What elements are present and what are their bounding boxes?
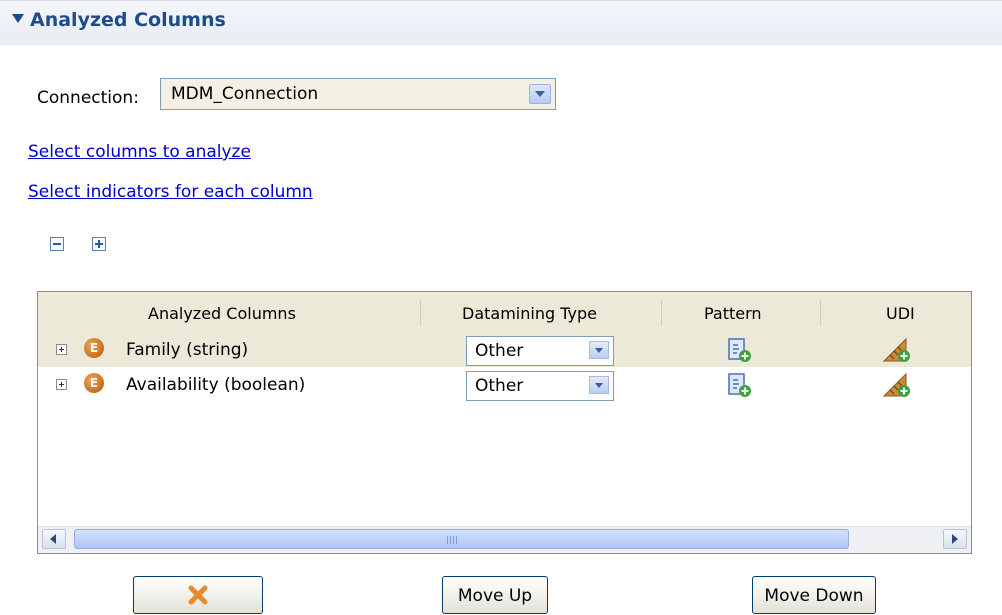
column-header-udi[interactable]: UDI [886,304,915,323]
delete-button[interactable] [133,576,263,614]
collapse-triangle-icon[interactable] [12,14,24,23]
datamining-type-value: Other [475,376,524,396]
element-icon: E [84,373,104,393]
column-header-datamining-type[interactable]: Datamining Type [462,304,597,323]
chevron-down-icon[interactable] [589,376,609,394]
scroll-thumb[interactable] [74,529,849,549]
connection-label: Connection: [37,88,139,108]
delete-x-icon [188,585,208,605]
table-row[interactable]: E Availability (boolean) Other [38,369,971,402]
scroll-left-arrow-icon[interactable] [42,529,66,549]
move-up-button[interactable]: Move Up [442,576,548,614]
datamining-type-select[interactable]: Other [466,371,614,401]
add-udi-icon[interactable] [882,337,918,363]
expand-row-icon[interactable] [56,379,67,390]
expand-all-icon[interactable] [92,237,106,251]
add-pattern-icon[interactable] [726,372,752,398]
select-indicators-link[interactable]: Select indicators for each column [28,182,313,202]
add-udi-icon[interactable] [882,372,918,398]
column-divider[interactable] [661,300,662,326]
analyzed-columns-panel: Analyzed Columns Connection: MDM_Connect… [0,0,1002,615]
scroll-right-arrow-icon[interactable] [943,529,967,549]
connection-select-value: MDM_Connection [171,84,319,104]
collapse-all-icon[interactable] [50,237,64,251]
column-name: Availability (boolean) [126,375,306,395]
chevron-down-icon[interactable] [589,341,609,359]
scroll-grip-icon [447,536,459,544]
datamining-type-select[interactable]: Other [466,336,614,366]
column-header-analyzed-columns[interactable]: Analyzed Columns [148,304,296,323]
add-pattern-icon[interactable] [726,337,752,363]
table-header: Analyzed Columns Datamining Type Pattern… [38,292,971,335]
horizontal-scrollbar[interactable] [38,526,971,553]
section-header[interactable]: Analyzed Columns [0,0,1002,45]
column-header-pattern[interactable]: Pattern [704,304,762,323]
expand-row-icon[interactable] [56,344,67,355]
column-divider[interactable] [420,300,421,326]
connection-select[interactable]: MDM_Connection [160,78,556,110]
chevron-down-icon[interactable] [529,84,551,104]
table-row[interactable]: E Family (string) Other [38,334,971,367]
column-divider[interactable] [820,300,821,326]
move-down-button[interactable]: Move Down [752,576,876,614]
select-columns-link[interactable]: Select columns to analyze [28,142,251,162]
column-name: Family (string) [126,340,249,360]
analyzed-columns-table: Analyzed Columns Datamining Type Pattern… [37,291,972,554]
element-icon: E [84,338,104,358]
datamining-type-value: Other [475,341,524,361]
section-title: Analyzed Columns [30,9,226,31]
